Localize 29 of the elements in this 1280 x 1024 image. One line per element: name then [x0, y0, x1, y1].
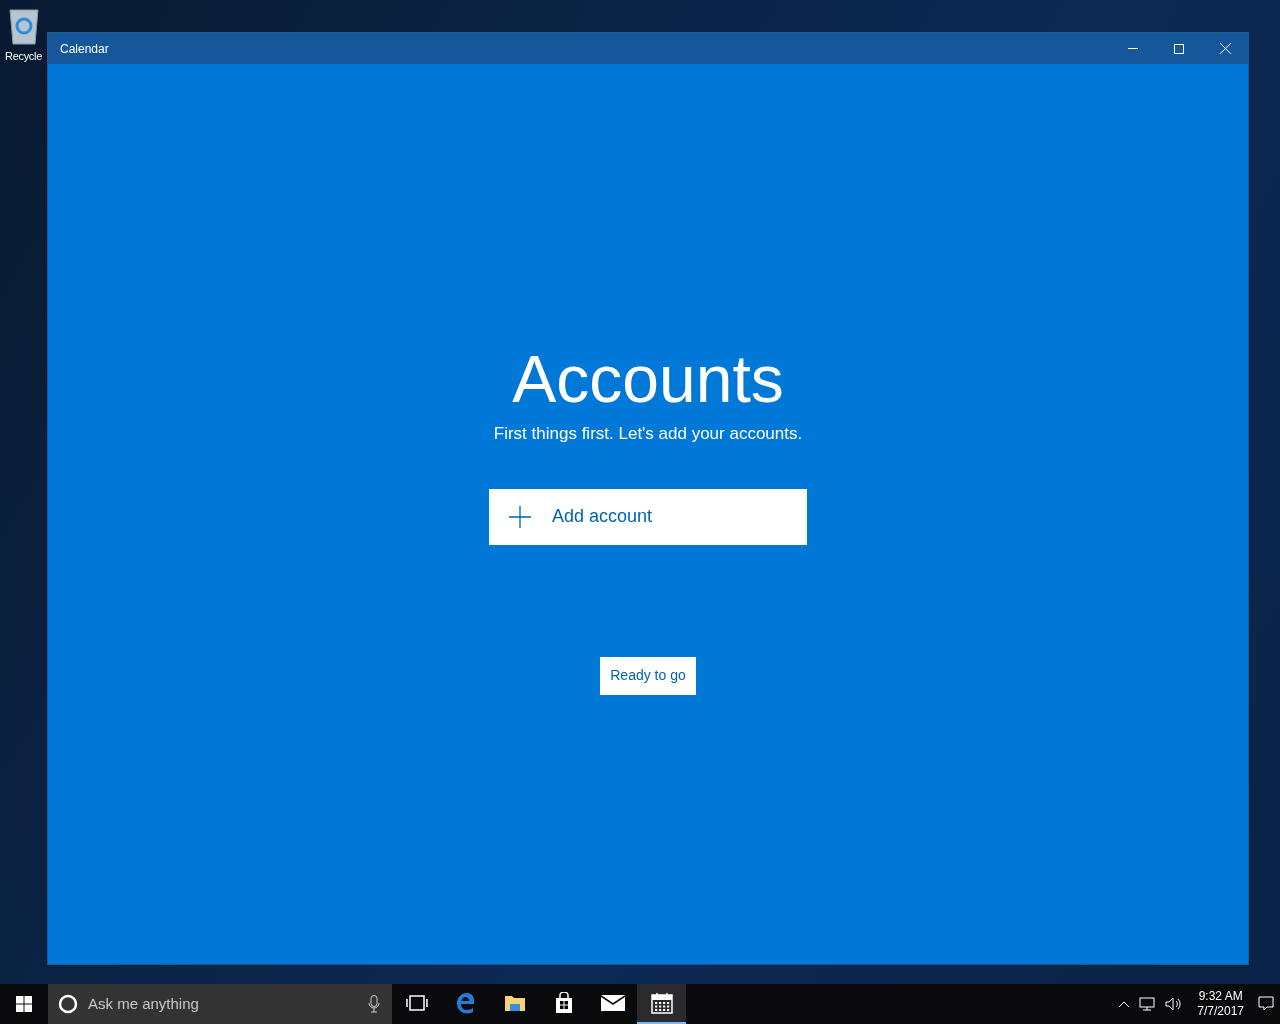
speaker-icon[interactable]	[1165, 997, 1184, 1011]
browser-e-icon	[454, 992, 477, 1014]
chevron-up-icon[interactable]	[1119, 1001, 1130, 1007]
window-title: Calendar	[60, 40, 110, 58]
microphone-icon	[368, 995, 380, 1013]
folder-icon	[503, 994, 526, 1012]
ready-button[interactable]: Ready to go	[600, 656, 696, 695]
network-icon[interactable]	[1139, 997, 1156, 1011]
circle-icon	[58, 994, 78, 1014]
minimize-icon	[1128, 48, 1138, 49]
search-field[interactable]: Ask me anything	[48, 984, 392, 1024]
clock-time: 9:32 AM	[1198, 989, 1243, 1004]
envelope-icon	[600, 995, 625, 1011]
close-icon	[1219, 43, 1231, 54]
plus-icon	[509, 505, 531, 528]
windows-logo-icon	[16, 996, 32, 1012]
task-view-icon	[405, 995, 428, 1011]
shopping-bag-icon	[553, 992, 574, 1014]
clock-date: 7/7/2017	[1197, 1004, 1244, 1019]
clock[interactable]: 9:32 AM 7/7/2017	[1193, 989, 1248, 1019]
page-heading: Accounts	[512, 341, 784, 418]
taskbar-app-button[interactable]	[637, 984, 686, 1024]
maximize-icon	[1174, 43, 1184, 54]
calendar-icon	[650, 992, 673, 1014]
notifications-icon[interactable]	[1258, 996, 1274, 1012]
search-input[interactable]: Ask me anything	[88, 992, 358, 1016]
add-account-button[interactable]: Add account	[489, 488, 807, 545]
subtitle: First things first. Let's add your accounts.	[493, 423, 803, 445]
desktop-icon-label: Recycle	[5, 49, 42, 64]
